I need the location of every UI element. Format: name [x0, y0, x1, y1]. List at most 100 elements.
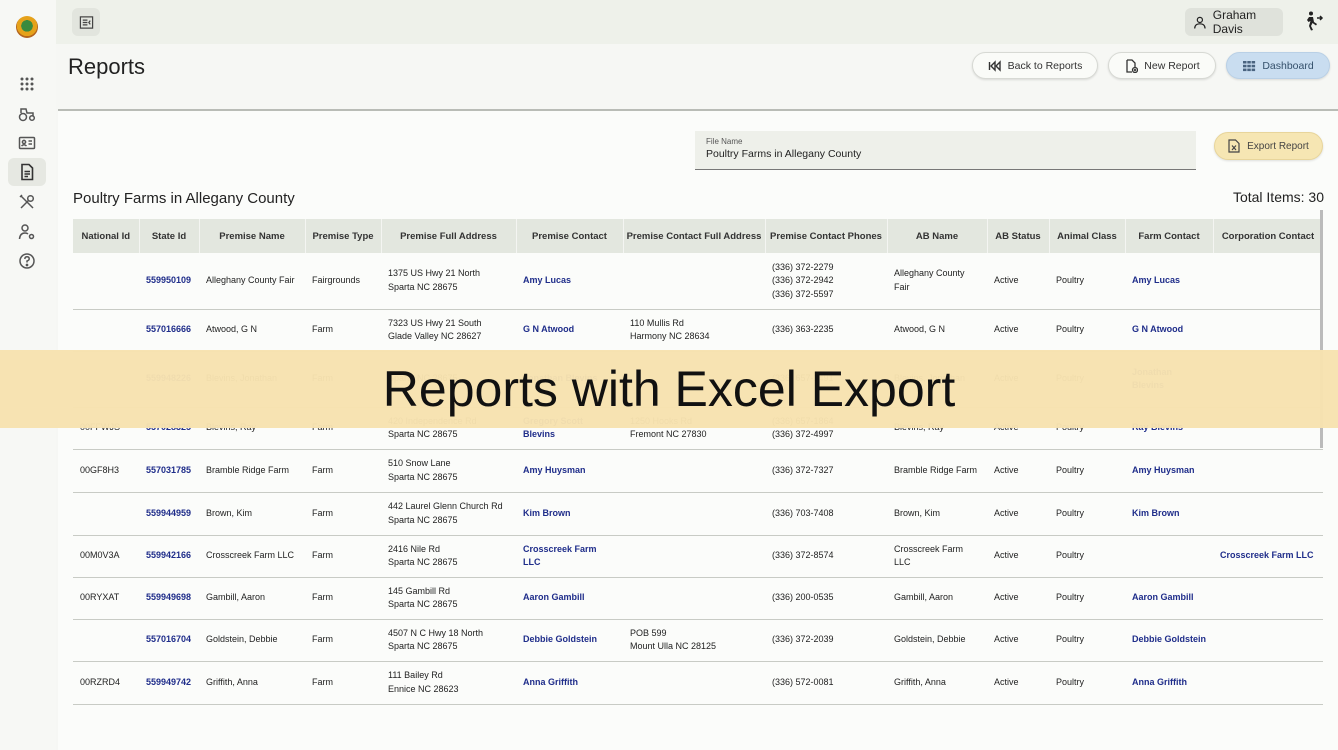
state-id-line[interactable]: 559950109	[146, 274, 192, 288]
corporation-contact-link[interactable]	[1213, 253, 1323, 310]
farm-contact-line[interactable]: Amy Huysman	[1132, 464, 1206, 478]
tractor-icon[interactable]	[8, 100, 46, 128]
id-card-icon[interactable]	[8, 129, 46, 157]
farm-contact-link[interactable]: Anna Griffith	[1125, 661, 1213, 705]
state-id-link[interactable]: 559942166	[139, 535, 199, 578]
premise-address-cell: 442 Laurel Glenn Church Rd Sparta NC 2867…	[381, 492, 516, 536]
corporation-contact-link[interactable]	[1213, 577, 1323, 620]
farm-contact-line[interactable]: Aaron Gambill	[1132, 591, 1206, 605]
user-menu-button[interactable]: Graham Davis	[1185, 8, 1283, 36]
premise-contact-link[interactable]: Anna Griffith	[516, 661, 623, 705]
column-header[interactable]: Premise Name	[199, 219, 306, 253]
column-header[interactable]: Premise Contact	[516, 219, 624, 253]
corporation-contact-link[interactable]	[1213, 661, 1323, 705]
back-to-reports-button[interactable]: Back to Reports	[972, 52, 1098, 79]
state-id-link[interactable]: 557016666	[139, 309, 199, 352]
dashboard-button[interactable]: Dashboard	[1226, 52, 1330, 79]
column-header[interactable]: AB Name	[887, 219, 988, 253]
file-name-field[interactable]: File Name Poultry Farms in Allegany Coun…	[695, 131, 1196, 170]
farm-contact-link[interactable]: Amy Huysman	[1125, 449, 1213, 493]
column-header[interactable]: AB Status	[987, 219, 1050, 253]
state-id-link[interactable]: 559944959	[139, 492, 199, 536]
corporation-contact-link[interactable]: Crosscreek Farm LLC	[1213, 535, 1323, 578]
user-settings-icon[interactable]	[8, 218, 46, 246]
state-id-line[interactable]: 559949742	[146, 676, 192, 690]
premise-contact-line[interactable]: Aaron Gambill	[523, 591, 616, 605]
premise-contact-link[interactable]: Amy Lucas	[516, 253, 623, 310]
column-header[interactable]: State Id	[139, 219, 200, 253]
file-name-value[interactable]: Poultry Farms in Allegany County	[706, 148, 1185, 160]
state-id-line[interactable]: 557031785	[146, 464, 192, 478]
table-row[interactable]: 557016704 Goldstein, Debbie Farm 4507 N C H…	[73, 619, 1323, 662]
app-logo[interactable]	[16, 16, 38, 38]
tools-icon[interactable]	[8, 188, 46, 216]
state-id-link[interactable]: 559949742	[139, 661, 199, 705]
state-id-link[interactable]: 559950109	[139, 253, 199, 310]
corporation-contact-link[interactable]	[1213, 619, 1323, 662]
logout-icon[interactable]	[1302, 10, 1324, 32]
column-header[interactable]: Premise Type	[305, 219, 382, 253]
premise-contact-line[interactable]: Anna Griffith	[523, 676, 616, 690]
new-report-button[interactable]: New Report	[1108, 52, 1216, 79]
contact-address-cell	[623, 577, 765, 620]
state-id-line[interactable]: 559949698	[146, 591, 192, 605]
state-id-line[interactable]: 557016704	[146, 633, 192, 647]
column-header[interactable]: Animal Class	[1049, 219, 1126, 253]
corporation-contact-link[interactable]	[1213, 309, 1323, 352]
premise-address-line: Sparta NC 28675	[388, 599, 458, 609]
farm-contact-link[interactable]: Debbie Goldstein	[1125, 619, 1213, 662]
reports-document-icon[interactable]	[8, 158, 46, 186]
state-id-link[interactable]: 559949698	[139, 577, 199, 620]
corporation-contact-link[interactable]	[1213, 492, 1323, 536]
apps-grid-icon[interactable]	[8, 70, 46, 98]
column-header[interactable]: Corporation Contact	[1213, 219, 1323, 253]
premise-contact-link[interactable]: Amy Huysman	[516, 449, 623, 493]
premise-contact-link[interactable]: Kim Brown	[516, 492, 623, 536]
farm-contact-link[interactable]	[1125, 535, 1213, 578]
premise-contact-link[interactable]: Debbie Goldstein	[516, 619, 623, 662]
state-id-link[interactable]: 557031785	[139, 449, 199, 493]
contact-phones-line: (336) 200-0535	[772, 592, 834, 603]
premise-contact-link[interactable]: G N Atwood	[516, 309, 623, 352]
premise-contact-line[interactable]: Amy Huysman	[523, 464, 616, 478]
farm-contact-link[interactable]: G N Atwood	[1125, 309, 1213, 352]
premise-contact-line[interactable]: Kim Brown	[523, 507, 616, 521]
table-row[interactable]: 559950109 Alleghany County Fair Fairground…	[73, 253, 1323, 310]
farm-contact-link[interactable]: Kim Brown	[1125, 492, 1213, 536]
state-id-line[interactable]: 559942166	[146, 549, 192, 563]
farm-contact-line[interactable]: Kim Brown	[1132, 507, 1206, 521]
state-id-line[interactable]: 559944959	[146, 507, 192, 521]
farm-contact-link[interactable]: Amy Lucas	[1125, 253, 1213, 310]
premise-address-line: 2416 Nile Rd	[388, 543, 441, 554]
corporation-contact-line[interactable]: Crosscreek Farm LLC	[1220, 549, 1316, 563]
farm-contact-line[interactable]: Debbie Goldstein	[1132, 633, 1206, 647]
column-header[interactable]: Premise Contact Full Address	[623, 219, 766, 253]
state-id-link[interactable]: 557016704	[139, 619, 199, 662]
state-id-line[interactable]: 557016666	[146, 323, 192, 337]
column-header[interactable]: Premise Contact Phones	[765, 219, 888, 253]
premise-contact-line[interactable]: G N Atwood	[523, 323, 616, 337]
help-icon[interactable]	[8, 247, 46, 275]
column-header[interactable]: Premise Full Address	[381, 219, 517, 253]
corporation-contact-link[interactable]	[1213, 449, 1323, 493]
premise-contact-line[interactable]: Amy Lucas	[523, 274, 616, 288]
table-row[interactable]: 559944959 Brown, Kim Farm 442 Laurel Glenn …	[73, 492, 1323, 536]
export-report-button[interactable]: Export Report	[1214, 132, 1323, 160]
table-row[interactable]: 00M0V3A 559942166 Crosscreek Farm LLC Farm 2…	[73, 535, 1323, 578]
table-row[interactable]: 00RYXAT 559949698 Gambill, Aaron Farm 145 Ga…	[73, 577, 1323, 620]
column-header[interactable]: National Id	[73, 219, 140, 253]
premise-contact-line[interactable]: Debbie Goldstein	[523, 633, 616, 647]
premise-contact-link[interactable]: Aaron Gambill	[516, 577, 623, 620]
premise-type-line: Farm	[312, 324, 333, 335]
farm-contact-line[interactable]: Anna Griffith	[1132, 676, 1206, 690]
farm-contact-line[interactable]: Amy Lucas	[1132, 274, 1206, 288]
farm-contact-link[interactable]: Aaron Gambill	[1125, 577, 1213, 620]
table-row[interactable]: 00RZRD4 559949742 Griffith, Anna Farm 111 Ba…	[73, 661, 1323, 705]
farm-contact-line[interactable]: G N Atwood	[1132, 323, 1206, 337]
table-row[interactable]: 557016666 Atwood, G N Farm 7323 US Hwy 21 S…	[73, 309, 1323, 352]
premise-contact-link[interactable]: Crosscreek Farm LLC	[516, 535, 623, 578]
toggle-sidebar-button[interactable]	[72, 8, 100, 36]
table-row[interactable]: 00GF8H3 557031785 Bramble Ridge Farm Farm 51…	[73, 449, 1323, 493]
premise-contact-line[interactable]: Crosscreek Farm LLC	[523, 543, 616, 570]
column-header[interactable]: Farm Contact	[1125, 219, 1214, 253]
